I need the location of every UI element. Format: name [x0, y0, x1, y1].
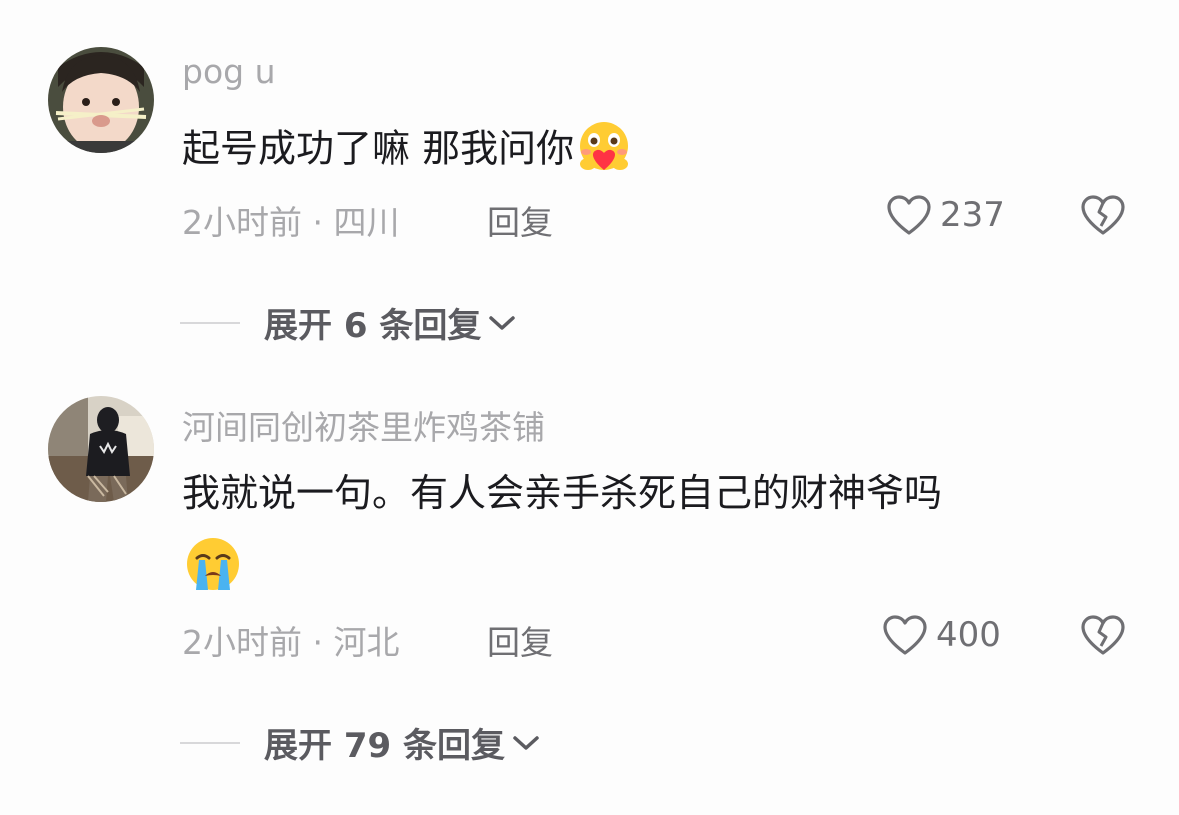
like-count: 237 [940, 195, 1005, 235]
comment-text: 起号成功了嘛 那我问你 [182, 120, 634, 182]
comment-text: 我就说一句。有人会亲手杀死自己的财神爷吗 [182, 474, 942, 512]
reply-button[interactable]: 回复 [487, 196, 553, 244]
comment-username[interactable]: pog u [182, 52, 276, 91]
reply-button[interactable]: 回复 [487, 616, 553, 664]
expand-divider [180, 741, 240, 744]
dislike-button[interactable] [1080, 194, 1126, 240]
comment-meta: 2小时前 · 河北 [182, 623, 400, 662]
avatar[interactable] [48, 396, 154, 502]
broken-heart-icon [1081, 615, 1125, 655]
expand-replies-button[interactable]: 展开 6 条回复 [180, 298, 517, 347]
heart-outline-icon [883, 615, 927, 655]
comment-text-content: 我就说一句。有人会亲手杀死自己的财神爷吗 [182, 471, 943, 515]
comment-username[interactable]: 河间同创初茶里炸鸡茶铺 [182, 401, 545, 449]
broken-heart-icon [1081, 195, 1125, 235]
comment-text-content: 起号成功了嘛 那我问你 [182, 126, 575, 171]
comment-meta: 2小时前 · 四川 [182, 203, 400, 242]
expand-replies-button[interactable]: 展开 79 条回复 [180, 718, 541, 767]
like-button[interactable]: 400 [882, 614, 1001, 656]
chevron-down-icon [489, 315, 516, 330]
expand-replies-label: 展开 79 条回复 [264, 726, 505, 766]
loudly-crying-emoji [183, 536, 243, 596]
expand-replies-label: 展开 6 条回复 [264, 306, 482, 346]
expand-divider [180, 321, 240, 324]
dislike-button[interactable] [1080, 614, 1126, 660]
like-button[interactable]: 237 [886, 194, 1005, 236]
hugging-heart-emoji [574, 120, 634, 182]
avatar[interactable] [48, 47, 154, 153]
chevron-down-icon [513, 735, 539, 750]
heart-outline-icon [887, 195, 931, 235]
like-count: 400 [936, 615, 1001, 655]
